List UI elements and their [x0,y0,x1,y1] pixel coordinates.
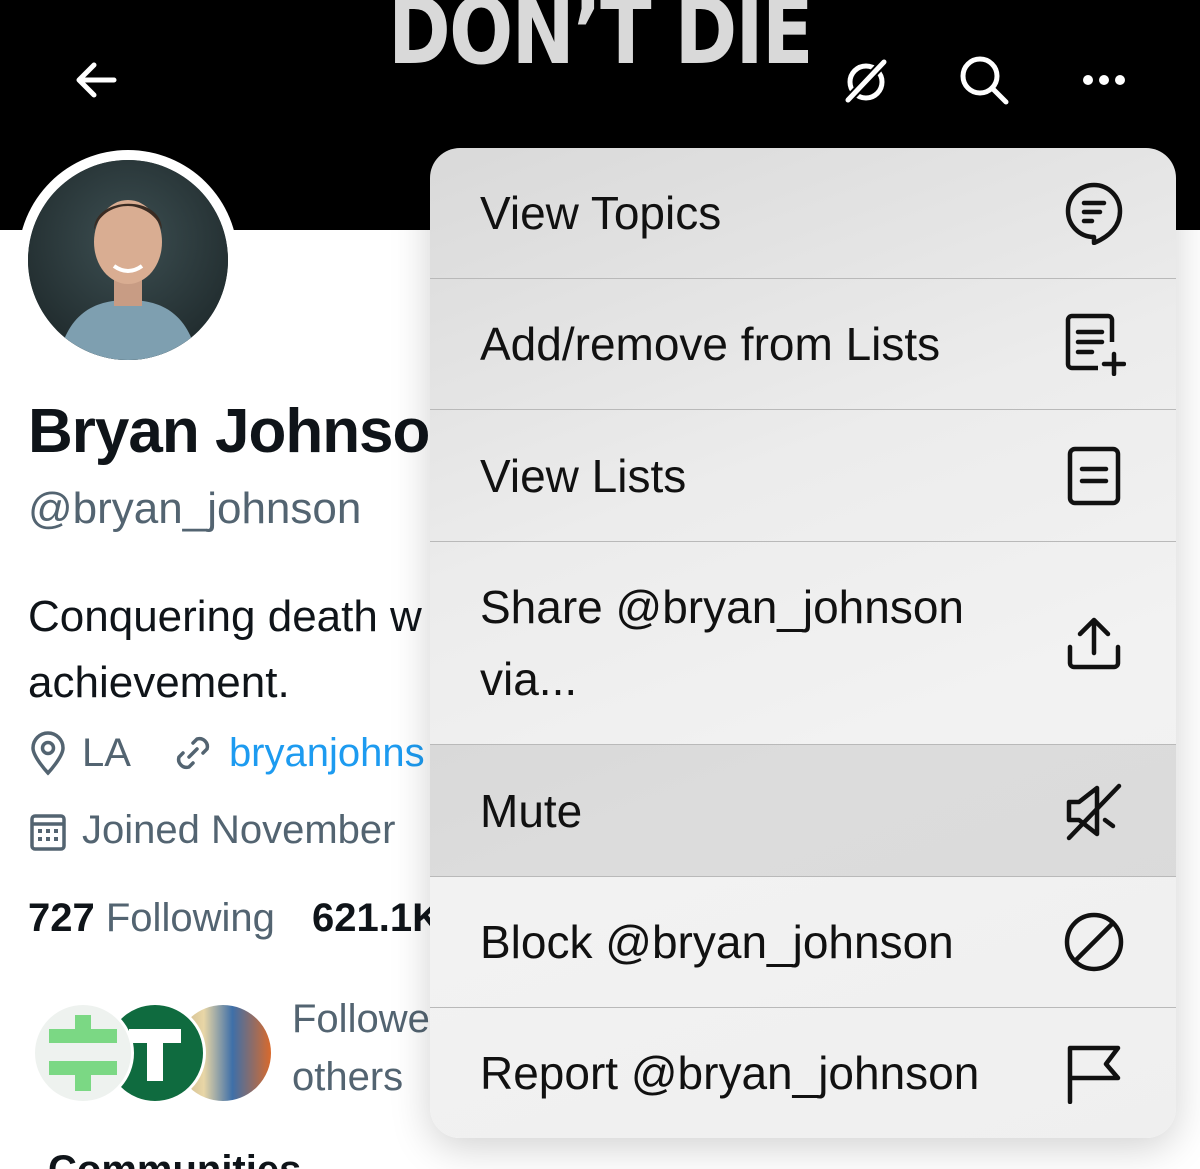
avatar-image [28,160,228,360]
following-link[interactable]: 727 Following [28,896,275,940]
search-button[interactable] [954,50,1014,110]
mute-icon [1062,779,1126,843]
profile-name: Bryan Johnson [28,397,467,466]
menu-item-label: Mute [480,784,583,837]
menu-item-label: Share @bryan_johnson via... [480,581,965,705]
followers-count: 621.1K [311,896,441,940]
communities-heading: Communities [48,1148,301,1169]
back-button[interactable] [66,50,126,110]
grok-icon [844,58,888,104]
topics-icon [1062,181,1126,245]
link-icon [171,731,215,775]
menu-item-label: Report @bryan_johnson [480,1047,980,1099]
profile-stats: 727 Following 621.1K [28,896,441,941]
calendar-icon [28,809,68,853]
profile-handle: @bryan_johnson [28,484,362,533]
followers-link[interactable]: 621.1K [312,896,441,940]
followed-by-avatars[interactable] [32,1002,274,1104]
profile-page: DON’T DIE Bryan Johnson @bryan_johnson C… [0,0,1200,1169]
profile-avatar[interactable] [18,150,238,370]
menu-item-label: View Lists [480,449,687,502]
back-arrow-icon [76,62,117,98]
following-count: 727 [28,896,95,940]
profile-location: LA [82,730,131,775]
flag-icon [1062,1041,1126,1105]
followed-by-line: others [292,1055,404,1099]
bio-line: Conquering death w [28,592,422,641]
follower-avatar [32,1002,134,1104]
search-icon [960,56,1009,105]
profile-more-menu: View Topics Add/remove from Lists View L… [430,148,1176,1138]
list-icon [1062,444,1126,508]
banner-text: DON’T DIE [388,0,813,85]
grok-button[interactable] [836,50,896,110]
followed-by-text[interactable]: Followe others [292,990,430,1106]
bio-line: achievement. [28,658,290,707]
profile-meta-row: LA bryanjohns [28,730,425,776]
following-label: Following [105,896,275,940]
menu-item-view-topics[interactable]: View Topics [430,148,1176,278]
profile-bio: Conquering death w achievement. [28,584,448,716]
menu-item-label: Add/remove from Lists [480,318,941,370]
menu-item-view-lists[interactable]: View Lists [430,410,1176,541]
menu-item-label: View Topics [480,187,722,239]
profile-website-link[interactable]: bryanjohns [229,731,425,776]
share-icon [1062,611,1126,675]
more-dots-icon [1083,75,1125,85]
list-add-icon [1062,312,1126,376]
menu-item-share[interactable]: Share @bryan_johnson via... [430,542,1176,744]
profile-joined-date: Joined November [82,808,396,852]
menu-item-label: Block @bryan_johnson [480,916,954,968]
location-pin-icon [28,730,68,776]
profile-joined-row: Joined November [28,808,396,853]
menu-item-report[interactable]: Report @bryan_johnson [430,1008,1176,1138]
menu-item-mute[interactable]: Mute [430,745,1176,876]
followed-by-line: Followe [292,997,430,1041]
menu-item-block[interactable]: Block @bryan_johnson [430,877,1176,1007]
more-button[interactable] [1074,50,1134,110]
block-icon [1062,910,1126,974]
menu-item-add-remove-lists[interactable]: Add/remove from Lists [430,279,1176,409]
